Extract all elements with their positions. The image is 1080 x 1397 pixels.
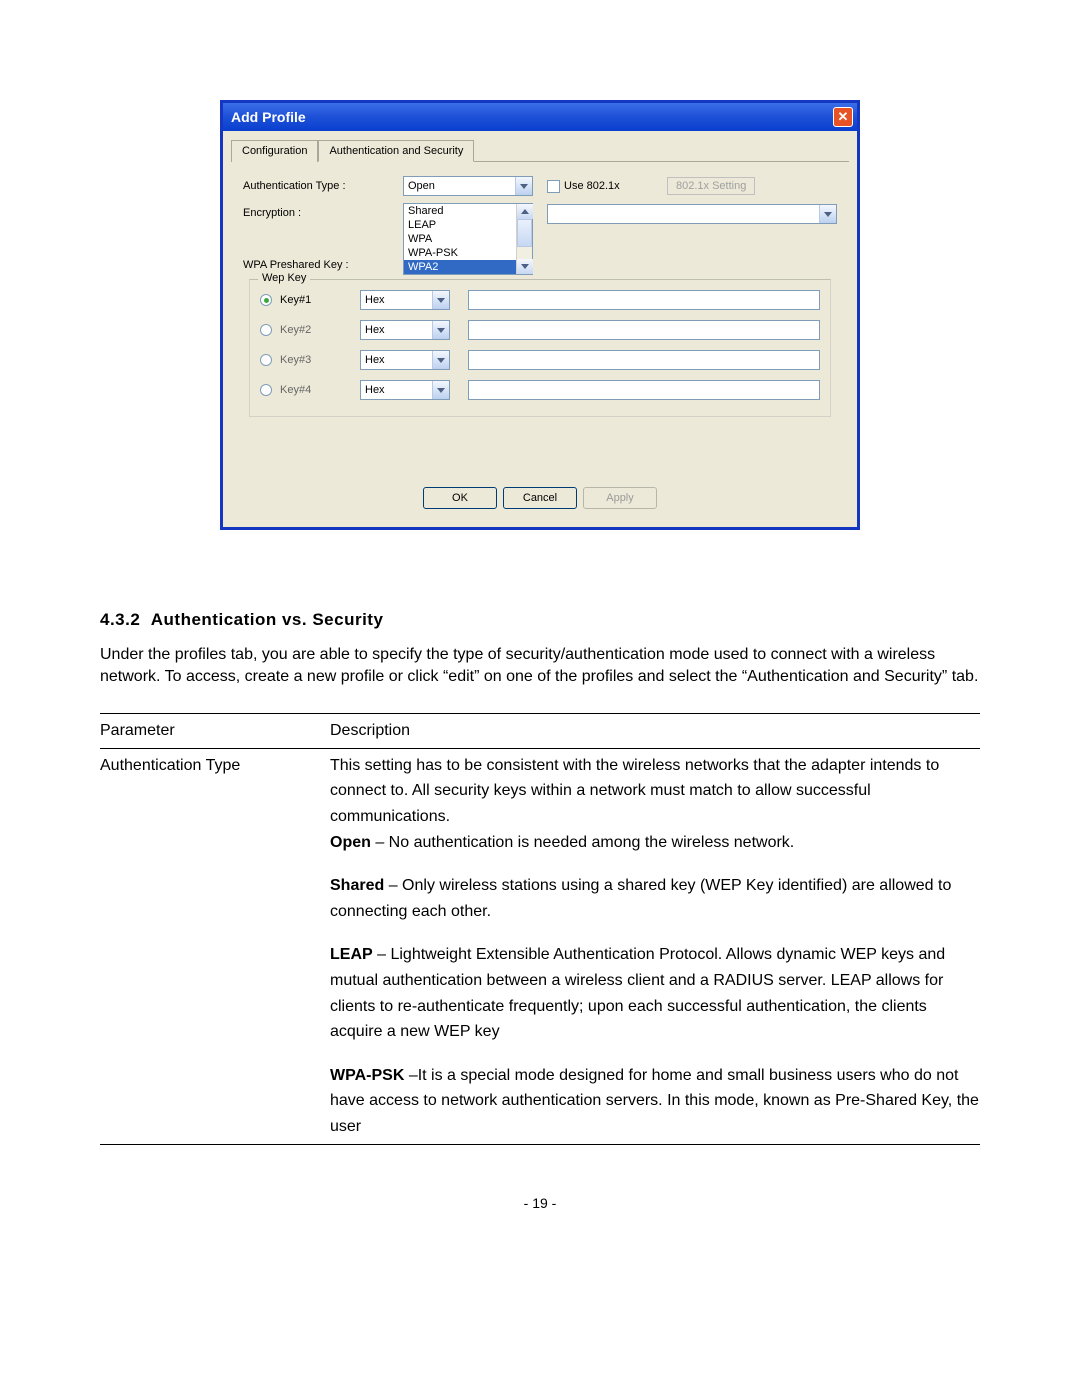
key3-input[interactable] <box>468 350 820 370</box>
option-wpa2[interactable]: WPA2 <box>404 260 532 274</box>
key1-format-select[interactable]: Hex <box>360 290 450 310</box>
wep-legend: Wep Key <box>258 272 310 284</box>
close-icon[interactable]: ✕ <box>833 107 853 127</box>
auth-type-value: Open <box>408 180 435 192</box>
apply-button: Apply <box>583 487 657 509</box>
chevron-down-icon[interactable] <box>432 351 449 369</box>
desc-intro: This setting has to be consistent with t… <box>330 757 939 825</box>
shared-text: – Only wireless stations using a shared … <box>330 877 951 920</box>
scroll-down-icon[interactable] <box>517 259 533 274</box>
cancel-button[interactable]: Cancel <box>503 487 577 509</box>
chevron-down-icon[interactable] <box>515 177 532 195</box>
open-bold: Open <box>330 834 371 851</box>
wep-row-3: Key#3 Hex <box>260 350 820 370</box>
wep-row-2: Key#2 Hex <box>260 320 820 340</box>
auth-type-listbox[interactable]: Shared LEAP WPA WPA-PSK WPA2 <box>403 203 533 275</box>
ok-button[interactable]: OK <box>423 487 497 509</box>
listbox-scrollbar[interactable] <box>516 204 532 274</box>
tab-auth-security[interactable]: Authentication and Security <box>318 140 474 162</box>
th-description: Description <box>330 714 980 749</box>
window-title: Add Profile <box>231 109 306 125</box>
wpapsk-bold: WPA-PSK <box>330 1067 404 1084</box>
leap-bold: LEAP <box>330 946 373 963</box>
chevron-down-icon[interactable] <box>432 321 449 339</box>
tabstrip: Configuration Authentication and Securit… <box>231 139 849 162</box>
tab-configuration[interactable]: Configuration <box>231 140 318 162</box>
scroll-up-icon[interactable] <box>517 204 533 219</box>
key4-radio[interactable] <box>260 384 272 396</box>
encryption-label: Encryption : <box>243 204 403 219</box>
chevron-down-icon[interactable] <box>432 381 449 399</box>
encryption-select[interactable] <box>547 204 837 224</box>
definition-table: Parameter Description Authentication Typ… <box>100 713 980 1144</box>
key1-label: Key#1 <box>280 294 334 306</box>
open-text: – No authentication is needed among the … <box>371 834 794 851</box>
option-wpa-psk[interactable]: WPA-PSK <box>404 246 532 260</box>
wep-row-4: Key#4 Hex <box>260 380 820 400</box>
shared-bold: Shared <box>330 877 384 894</box>
key4-input[interactable] <box>468 380 820 400</box>
wep-key-group: Wep Key Key#1 Hex Key#2 <box>249 279 831 417</box>
key2-radio[interactable] <box>260 324 272 336</box>
key3-label: Key#3 <box>280 354 334 366</box>
key3-radio[interactable] <box>260 354 272 366</box>
use-8021x-label: Use 802.1x <box>564 180 620 192</box>
heading-title: Authentication vs. Security <box>151 610 384 629</box>
chevron-down-icon[interactable] <box>432 291 449 309</box>
key1-input[interactable] <box>468 290 820 310</box>
key4-format-select[interactable]: Hex <box>360 380 450 400</box>
td-desc: This setting has to be consistent with t… <box>330 748 980 1143</box>
scroll-thumb[interactable] <box>517 219 532 247</box>
titlebar: Add Profile ✕ <box>223 103 857 131</box>
option-shared[interactable]: Shared <box>404 204 532 218</box>
key2-input[interactable] <box>468 320 820 340</box>
th-parameter: Parameter <box>100 714 330 749</box>
intro-paragraph: Under the profiles tab, you are able to … <box>100 644 980 687</box>
page-number: - 19 - <box>100 1195 980 1211</box>
chevron-down-icon[interactable] <box>819 205 836 223</box>
wpa-psk-label: WPA Preshared Key : <box>243 259 403 271</box>
auth-type-label: Authentication Type : <box>243 180 403 192</box>
td-param: Authentication Type <box>100 748 330 1143</box>
heading-number: 4.3.2 <box>100 610 140 629</box>
option-wpa[interactable]: WPA <box>404 232 532 246</box>
8021x-setting-button: 802.1x Setting <box>667 177 755 195</box>
add-profile-dialog: Add Profile ✕ Configuration Authenticati… <box>220 100 860 530</box>
auth-type-select[interactable]: Open <box>403 176 533 196</box>
key1-radio[interactable] <box>260 294 272 306</box>
leap-text: – Lightweight Extensible Authentication … <box>330 946 945 1040</box>
key3-format-select[interactable]: Hex <box>360 350 450 370</box>
wpapsk-text: –It is a special mode designed for home … <box>330 1067 979 1135</box>
wep-row-1: Key#1 Hex <box>260 290 820 310</box>
key2-format-select[interactable]: Hex <box>360 320 450 340</box>
use-8021x-checkbox[interactable] <box>547 180 560 193</box>
key4-label: Key#4 <box>280 384 334 396</box>
option-leap[interactable]: LEAP <box>404 218 532 232</box>
key2-label: Key#2 <box>280 324 334 336</box>
section-heading: 4.3.2 Authentication vs. Security <box>100 610 980 630</box>
